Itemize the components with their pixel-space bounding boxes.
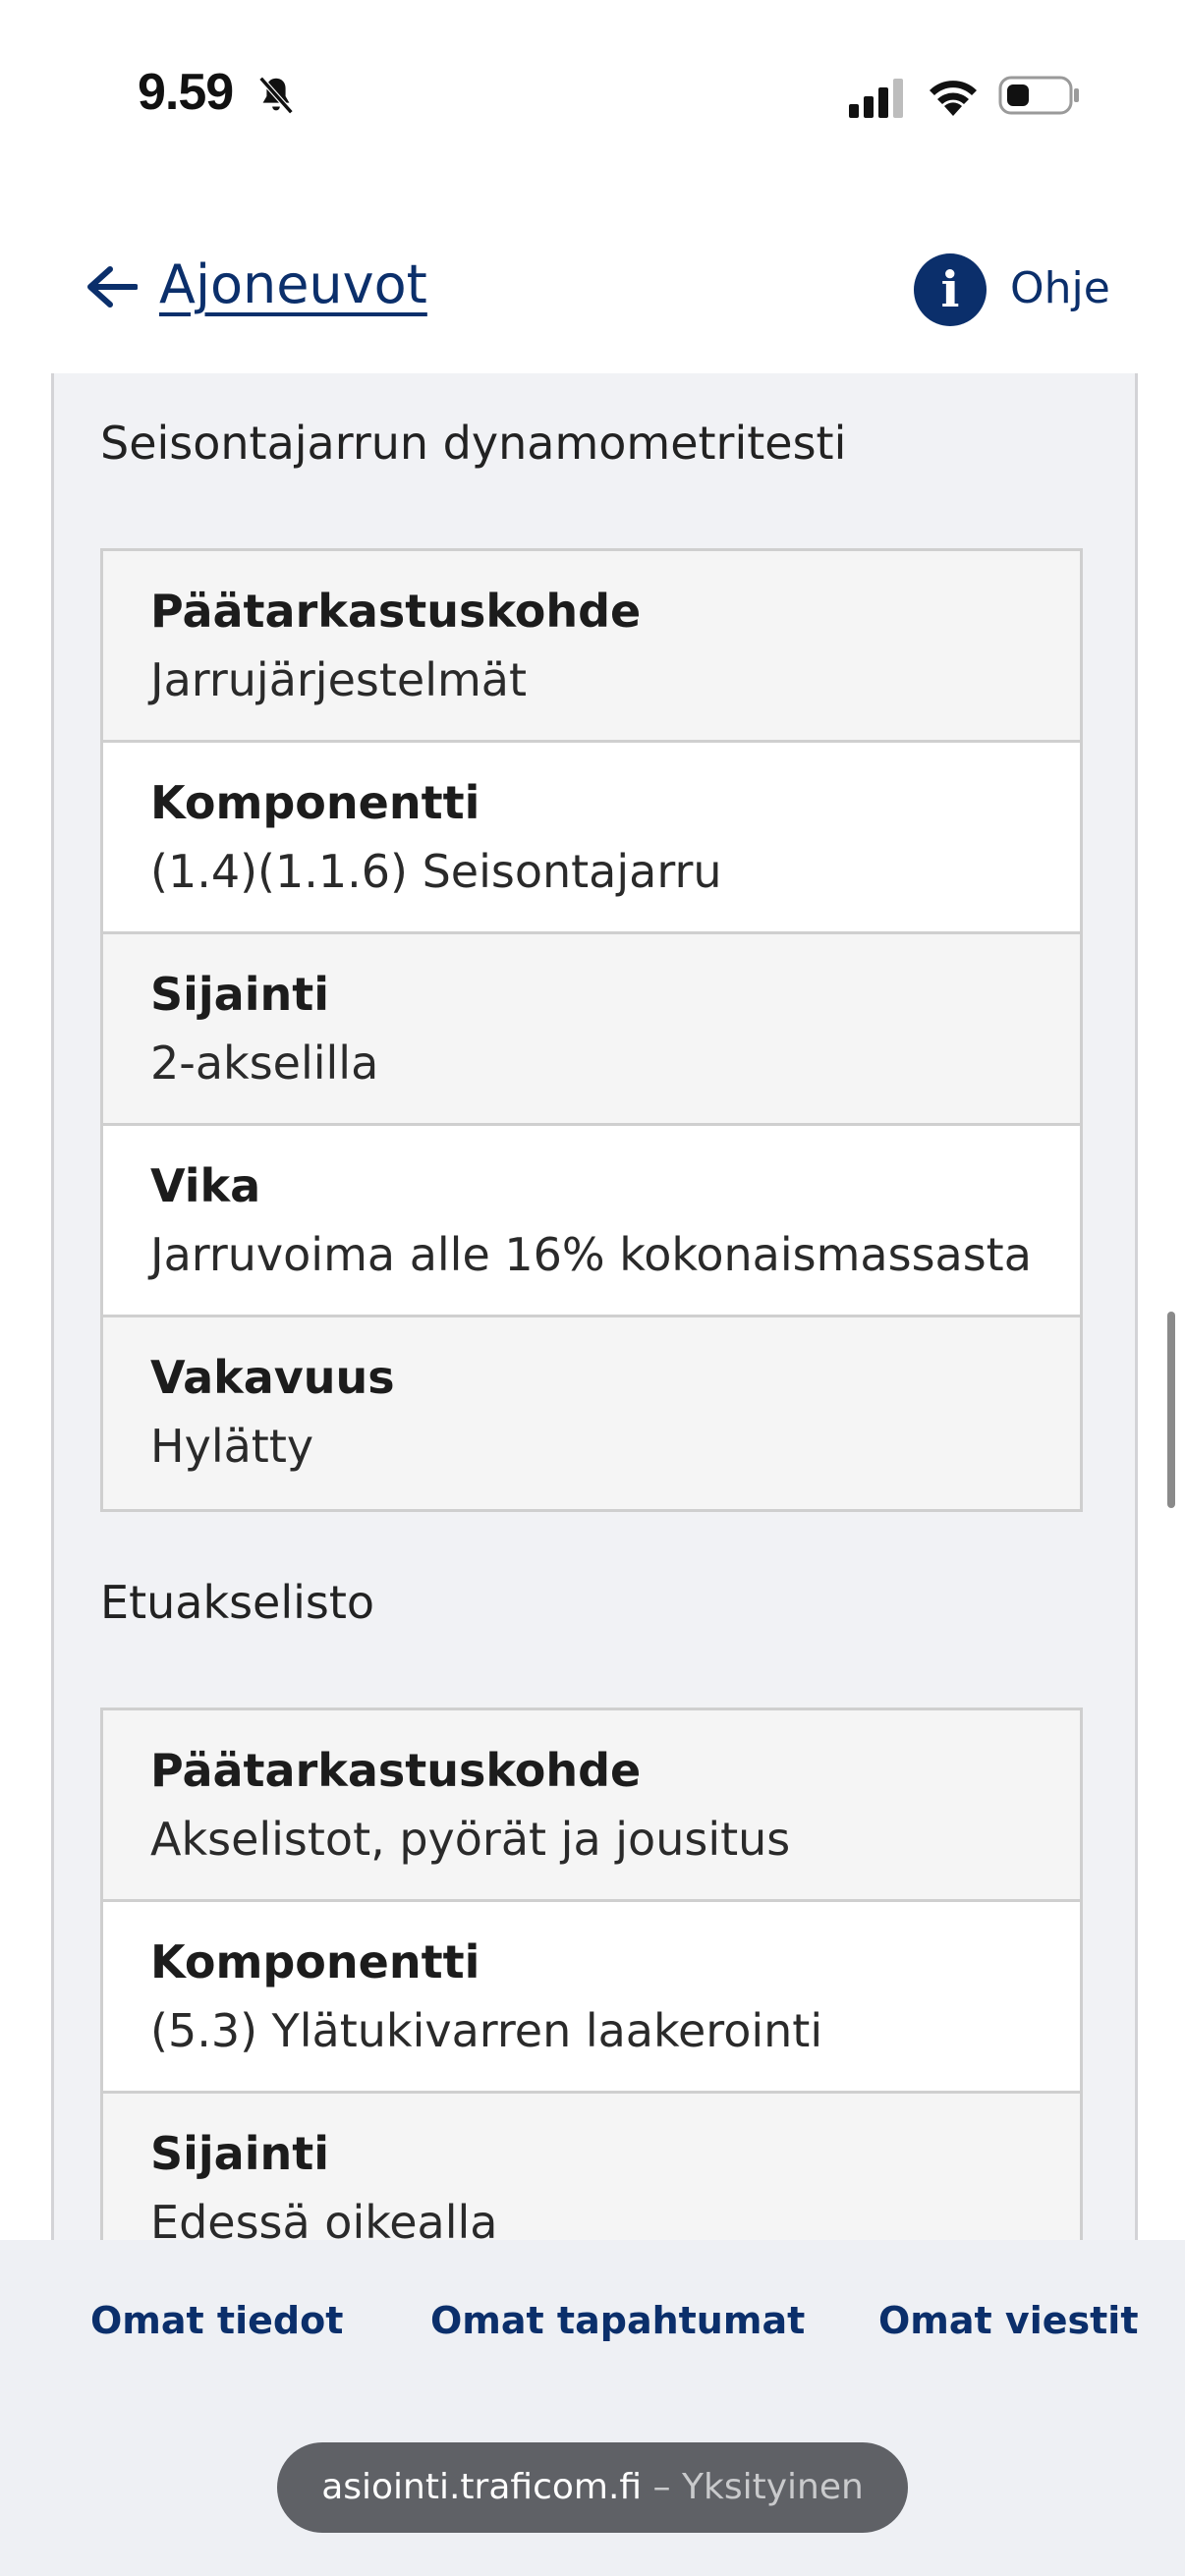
table-row: Komponentti (5.3) Ylätukivarren laakeroi… xyxy=(103,1902,1080,2094)
tab-omat-tapahtumat[interactable]: Omat tapahtumat xyxy=(430,2299,805,2342)
table-row: Sijainti Edessä oikealla xyxy=(103,2094,1080,2240)
back-arrow-icon[interactable] xyxy=(86,265,138,308)
bell-slash-icon xyxy=(258,76,294,115)
row-value: Akselistot, pyörät ja jousitus xyxy=(150,1813,791,1866)
browser-address-pill[interactable]: asiointi.traficom.fi – Yksityinen xyxy=(277,2442,908,2533)
row-label: Sijainti xyxy=(150,968,329,1021)
tab-omat-viestit[interactable]: Omat viestit xyxy=(878,2299,1138,2342)
section-title-front-axle: Etuakselisto xyxy=(100,1576,375,1629)
info-icon[interactable]: i xyxy=(914,253,987,326)
row-label: Päätarkastuskohde xyxy=(150,1744,642,1797)
row-value: Jarruvoima alle 16% kokonaismassasta xyxy=(150,1228,1032,1281)
cellular-signal-icon xyxy=(849,79,903,118)
wifi-icon xyxy=(930,81,977,116)
table-row: Päätarkastuskohde Jarrujärjestelmät xyxy=(103,551,1080,743)
row-value: Edessä oikealla xyxy=(150,2196,498,2240)
row-value: Jarrujärjestelmät xyxy=(150,653,528,706)
tab-omat-tiedot[interactable]: Omat tiedot xyxy=(90,2299,343,2342)
row-value: (5.3) Ylätukivarren laakerointi xyxy=(150,2004,823,2057)
row-label: Sijainti xyxy=(150,2127,329,2180)
row-value: (1.4)(1.1.6) Seisontajarru xyxy=(150,845,722,898)
back-link-ajoneuvot[interactable]: Ajoneuvot xyxy=(159,253,427,315)
row-value: Hylätty xyxy=(150,1420,314,1473)
main-content: Seisontajarrun dynamometritesti Päätarka… xyxy=(0,373,1185,2240)
row-label: Komponentti xyxy=(150,1935,480,1988)
defect-table-front-axle: Päätarkastuskohde Akselistot, pyörät ja … xyxy=(100,1708,1083,2240)
table-row: Sijainti 2-akselilla xyxy=(103,934,1080,1126)
row-label: Vika xyxy=(150,1159,261,1212)
table-row: Päätarkastuskohde Akselistot, pyörät ja … xyxy=(103,1710,1080,1902)
row-label: Komponentti xyxy=(150,776,480,829)
row-label: Päätarkastuskohde xyxy=(150,585,642,638)
help-link[interactable]: Ohje xyxy=(1010,263,1110,313)
table-row: Vakavuus Hylätty xyxy=(103,1317,1080,1509)
row-label: Vakavuus xyxy=(150,1351,395,1404)
private-mode-label: – Yksityinen xyxy=(652,2467,864,2507)
table-row: Komponentti (1.4)(1.1.6) Seisontajarru xyxy=(103,743,1080,934)
scrollbar[interactable] xyxy=(1167,1312,1175,1508)
battery-icon xyxy=(998,76,1079,115)
url-domain: asiointi.traficom.fi xyxy=(321,2467,643,2507)
status-time: 9.59 xyxy=(138,64,234,121)
section-title-parking-brake: Seisontajarrun dynamometritesti xyxy=(100,417,847,470)
status-bar: 9.59 xyxy=(0,0,1185,187)
row-value: 2-akselilla xyxy=(150,1036,379,1090)
table-row: Vika Jarruvoima alle 16% kokonaismassast… xyxy=(103,1126,1080,1317)
defect-table-parking-brake: Päätarkastuskohde Jarrujärjestelmät Komp… xyxy=(100,548,1083,1512)
